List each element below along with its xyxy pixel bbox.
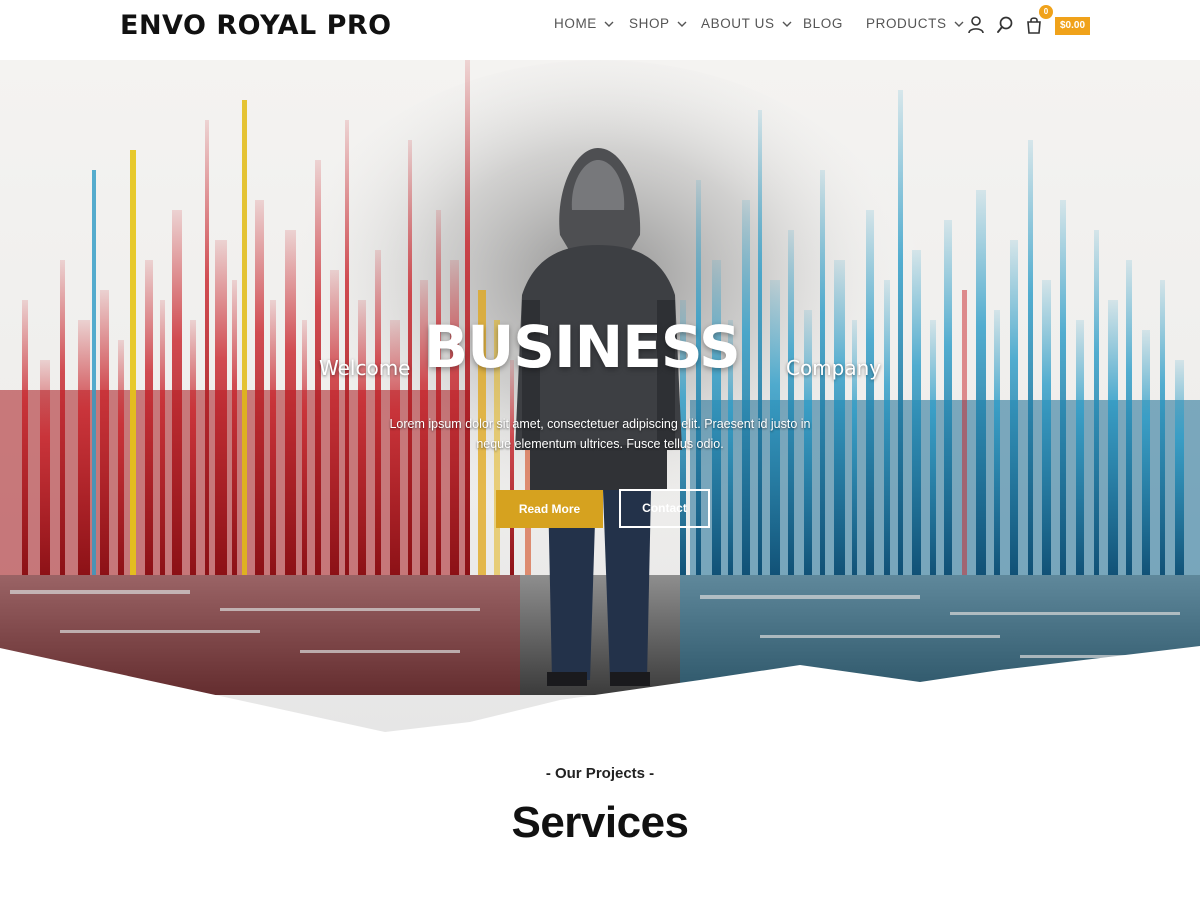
hero-banner: Welcome BUSINESS Company Lorem ipsum dol… xyxy=(0,60,1200,740)
section-title: Services xyxy=(511,798,689,847)
hero-welcome-text: Welcome xyxy=(319,356,411,380)
chevron-down-icon xyxy=(677,21,687,27)
contact-button[interactable]: Contact xyxy=(619,489,710,528)
hero-description-line2: neque elementum ultrices. Fusce tellus o… xyxy=(476,437,724,451)
cart-count-badge: 0 xyxy=(1039,5,1053,19)
hero-content: Welcome BUSINESS Company Lorem ipsum dol… xyxy=(0,60,1200,740)
nav-item-shop[interactable]: SHOP xyxy=(629,16,688,31)
hero-company-text: Company xyxy=(786,356,882,380)
chevron-down-icon xyxy=(604,21,614,27)
site-logo[interactable]: ENVO ROYAL PRO xyxy=(120,10,392,41)
chevron-down-icon xyxy=(954,21,964,27)
nav-blog-label: BLOG xyxy=(803,16,843,31)
hero-description: Lorem ipsum dolor sit amet, consectetuer… xyxy=(360,414,840,454)
section-subtitle: - Our Projects - xyxy=(545,765,655,782)
nav-products-label: PRODUCTS xyxy=(866,16,947,31)
nav-item-blog[interactable]: BLOG xyxy=(803,16,843,31)
nav-home-label: HOME xyxy=(554,16,597,31)
hero-headline: BUSINESS xyxy=(424,313,741,381)
nav-about-label: ABOUT US xyxy=(701,16,775,31)
read-more-button[interactable]: Read More xyxy=(496,490,603,528)
nav-item-products[interactable]: PRODUCTS xyxy=(866,16,965,31)
user-icon[interactable] xyxy=(967,15,985,35)
cart-icon[interactable] xyxy=(1025,15,1043,35)
chevron-down-icon xyxy=(782,21,792,27)
nav-shop-label: SHOP xyxy=(629,16,670,31)
nav-item-about-us[interactable]: ABOUT US xyxy=(701,16,793,31)
search-icon[interactable] xyxy=(996,15,1014,35)
site-header: ENVO ROYAL PRO HOME SHOP ABOUT US BLOG P… xyxy=(0,0,1200,60)
nav-item-home[interactable]: HOME xyxy=(554,16,615,31)
cart-total[interactable]: $0.00 xyxy=(1055,17,1091,35)
hero-description-line1: Lorem ipsum dolor sit amet, consectetuer… xyxy=(389,417,811,431)
